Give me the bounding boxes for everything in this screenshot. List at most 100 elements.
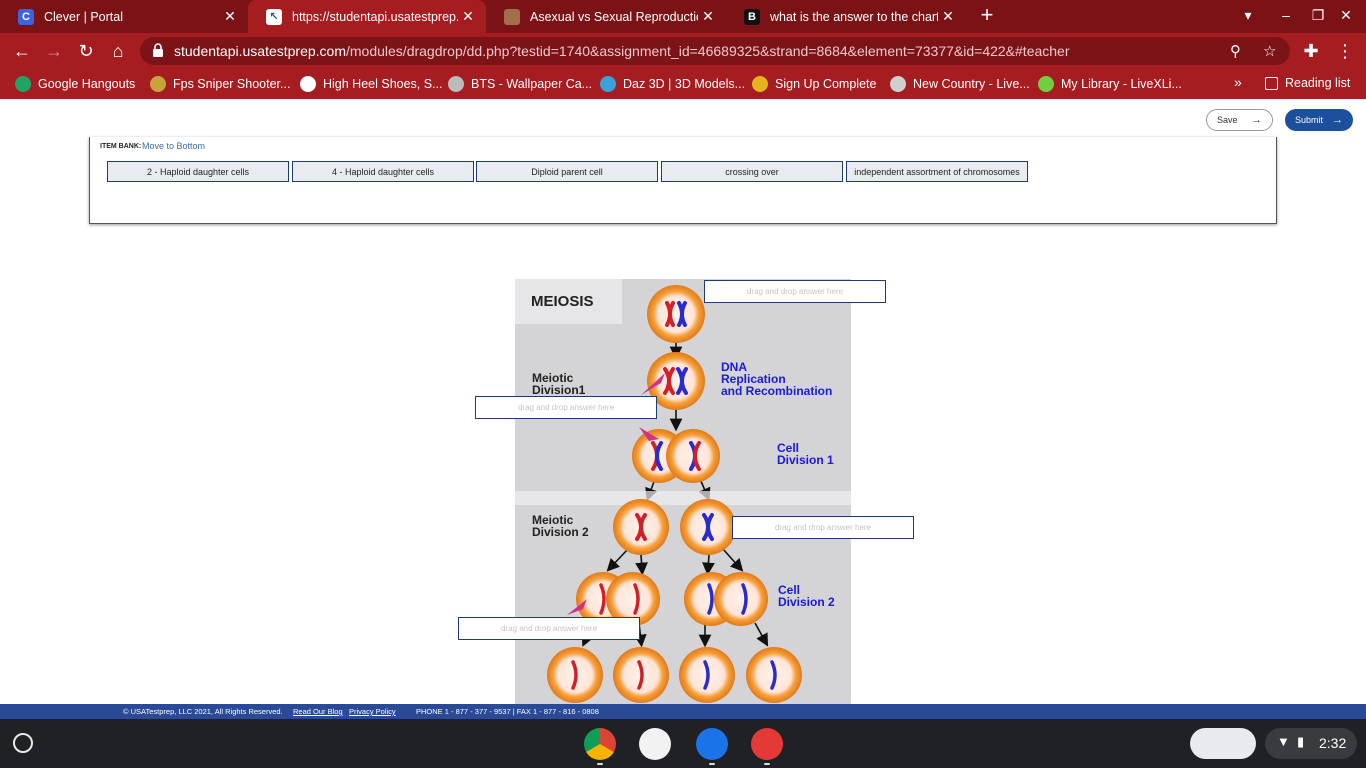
tab-title: https://studentapi.usatestprep.com [292,9,458,24]
minimize-icon[interactable]: – [1276,7,1296,23]
tab-strip: C Clever | Portal ✕ ↖ https://studentapi… [0,0,1366,33]
launcher-icon[interactable] [13,733,33,753]
menu-icon[interactable]: ⋮ [1334,40,1356,62]
drag-item-4-haploid[interactable]: 4 - Haploid daughter cells [292,161,474,182]
game-icon [150,76,166,92]
reading-list-button[interactable]: Reading list [1265,76,1350,90]
bookmarks-bar: Google Hangouts Fps Sniper Shooter... Hi… [0,69,1366,99]
url-text: studentapi.usatestprep.com/modules/dragd… [174,43,1070,59]
tab-title: Clever | Portal [44,9,123,24]
bookmark-label: Sign Up Complete [775,77,877,91]
files-app-icon[interactable] [696,728,728,760]
chrome-app-icon[interactable] [584,728,616,760]
livexlive-icon [890,76,906,92]
battery-icon: ▮ [1297,734,1305,749]
diagram-title: MEIOSIS [531,293,594,310]
bookmark-new-country[interactable]: New Country - Live... [890,76,1030,92]
close-tab-icon[interactable]: ✕ [698,8,718,25]
page-favicon-icon [504,8,520,25]
brainly-favicon-icon: B [744,8,760,25]
bookmark-label: My Library - LiveXLi... [1061,77,1182,91]
reading-list-icon [1265,76,1278,90]
bookmark-daz3d[interactable]: Daz 3D | 3D Models... [600,76,745,92]
home-icon[interactable]: ⌂ [107,40,129,62]
arrow-right-icon: → [1332,114,1343,126]
label-cell2-line2: Division 2 [778,595,835,609]
page-footer: © USATestprep, LLC 2021, All Rights Rese… [0,704,1366,719]
tab-search-icon[interactable]: ▾ [1238,7,1258,24]
address-bar[interactable]: studentapi.usatestprep.com/modules/dragd… [140,37,1290,65]
label-meiotic2-line2: Division 2 [532,525,589,539]
gallery-app-icon[interactable] [751,728,783,760]
bookmark-bts[interactable]: BTS - Wallpaper Ca... [448,76,592,92]
tab-title: what is the answer to the chart [770,9,938,24]
save-label: Save [1217,115,1238,125]
wifi-icon: ▼ [1277,734,1290,749]
url-host: studentapi.usatestprep.com [174,43,346,59]
running-indicator [709,763,715,765]
bookmark-star-icon[interactable]: ☆ [1263,42,1276,60]
tab-asexual[interactable]: Asexual vs Sexual Reproduction ✕ [486,0,726,33]
tab-usatestprep[interactable]: ↖ https://studentapi.usatestprep.com ✕ [248,0,486,33]
drag-item-independent-assortment[interactable]: independent assortment of chromosomes [846,161,1028,182]
running-indicator [764,763,770,765]
submit-label: Submit [1295,115,1324,125]
close-tab-icon[interactable]: ✕ [458,8,478,25]
copyright-text: © USATestprep, LLC 2021, All Rights Rese… [123,707,283,716]
close-tab-icon[interactable]: ✕ [938,8,958,25]
reload-icon[interactable]: ↻ [75,40,97,62]
restore-icon[interactable]: ❐ [1308,7,1328,24]
bookmark-fps-sniper[interactable]: Fps Sniper Shooter... [150,76,290,92]
submit-button[interactable]: Submit → [1285,109,1353,131]
close-tab-icon[interactable]: ✕ [220,8,240,25]
dropzone-meiotic-division2[interactable]: drag and drop answer here [732,516,914,539]
drag-item-crossing-over[interactable]: crossing over [661,161,843,182]
parent-cell [647,285,705,343]
bookmark-sign-up[interactable]: Sign Up Complete [752,76,876,92]
dropzone-meiotic-division1[interactable]: drag and drop answer here [475,396,657,419]
blog-link[interactable]: Read Our Blog [293,707,343,716]
close-window-icon[interactable]: ✕ [1336,7,1356,24]
globe-icon [300,76,316,92]
new-tab-icon[interactable]: + [976,4,998,27]
zoom-icon[interactable]: ⚲ [1230,42,1241,60]
drag-item-diploid-parent[interactable]: Diploid parent cell [476,161,658,182]
clock: 2:32 [1319,735,1347,751]
forward-icon[interactable]: → [43,40,65,62]
cursor-favicon-icon: ↖ [266,8,282,25]
bookmark-my-library[interactable]: My Library - LiveXLi... [1038,76,1182,92]
phone-fax-text: PHONE 1 - 877 - 377 - 9537 | FAX 1 - 877… [416,707,599,716]
dropzone-cell-division2[interactable]: drag and drop answer here [458,617,640,640]
label-dna-line3: and Recombination [721,384,832,398]
meiosis-diagram: MEIOSIS Meiotic Division1 DNA Replicatio… [515,279,851,704]
chromeos-shelf: ▼ ▮ 2:32 [0,719,1366,768]
tab-brainly[interactable]: B what is the answer to the chart ✕ [726,0,966,33]
label-meiotic1-line2: Division1 [532,383,586,397]
page-content: Save → Submit → ITEM BANK: Move to Bottom … [0,99,1366,704]
running-indicator [597,763,603,765]
drag-item-2-haploid[interactable]: 2 - Haploid daughter cells [107,161,289,182]
item-bank: ITEM BANK: Move to Bottom 2 - Haploid da… [89,137,1277,224]
tab-clever[interactable]: C Clever | Portal ✕ [0,0,248,33]
status-tray[interactable]: ▼ ▮ 2:32 [1265,728,1357,759]
dropzone-parent-cell[interactable]: drag and drop answer here [704,280,886,303]
stage-divider [515,491,851,505]
more-bookmarks-icon[interactable]: » [1234,74,1242,90]
holding-space-thumbnail[interactable] [1190,728,1256,759]
wallpaper-icon [448,76,464,92]
save-button[interactable]: Save → [1206,109,1273,131]
bookmark-google-hangouts[interactable]: Google Hangouts [15,76,135,92]
extensions-icon[interactable]: ✚ [1300,40,1322,62]
arrow-right-icon: → [1251,114,1262,126]
bookmark-label: Fps Sniper Shooter... [173,77,291,91]
cores-app-icon[interactable] [639,728,671,760]
back-icon[interactable]: ← [11,40,33,62]
bookmark-high-heel[interactable]: High Heel Shoes, S... [300,76,443,92]
livexlive-icon [1038,76,1054,92]
signup-icon [752,76,768,92]
move-to-bottom-link[interactable]: Move to Bottom [142,141,205,151]
privacy-link[interactable]: Privacy Policy [349,707,396,716]
bookmark-label: High Heel Shoes, S... [323,77,443,91]
bookmark-label: BTS - Wallpaper Ca... [471,77,593,91]
label-cell1-line2: Division 1 [777,453,834,467]
